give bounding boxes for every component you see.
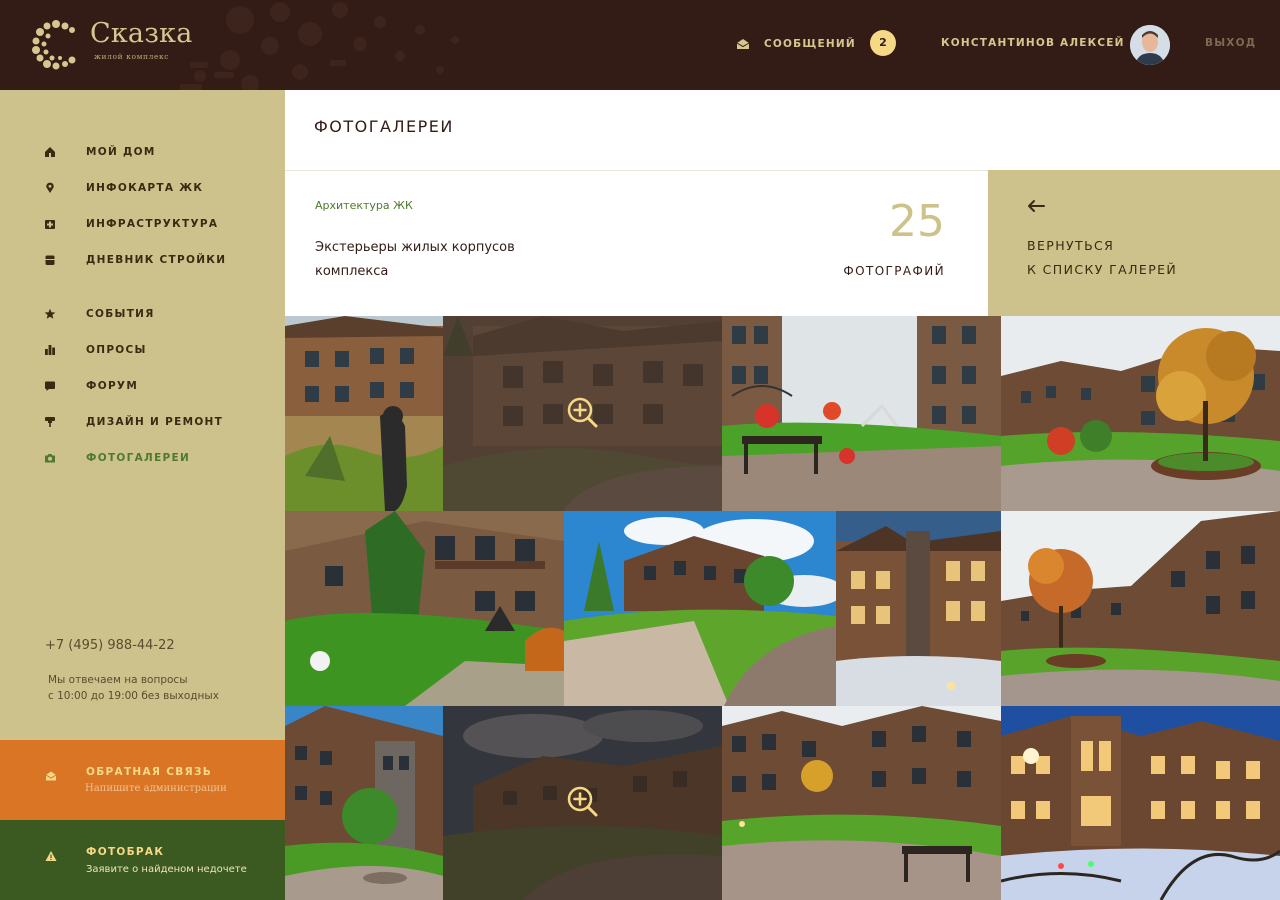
gallery-photo[interactable]	[722, 706, 1001, 900]
star-icon	[44, 308, 56, 319]
support-hours-line1: Мы отвечаем на вопросы	[48, 674, 188, 686]
photo-count: 25	[889, 196, 945, 247]
gallery-photo[interactable]	[564, 511, 836, 706]
gallery-photo-hovered[interactable]	[443, 316, 722, 511]
logo-mark-icon	[32, 20, 76, 70]
sidebar-item-forum[interactable]: ФОРУМ	[44, 378, 137, 394]
map-pin-icon	[46, 182, 54, 193]
support-hours-line2: с 10:00 до 19:00 без выходных	[48, 690, 219, 702]
sidebar-item-events[interactable]: СОБЫТИЯ	[44, 306, 153, 322]
user-name[interactable]: КОНСТАНТИНОВ АЛЕКСЕЙ	[941, 37, 1125, 49]
avatar[interactable]	[1130, 25, 1170, 65]
messages-count-badge[interactable]: 2	[870, 30, 896, 56]
sidebar-item-my-home[interactable]: МОЙ ДОМ	[44, 144, 154, 160]
gallery-photo[interactable]	[285, 511, 564, 706]
sidebar-item-photogalleries[interactable]: ФОТОГАЛЕРЕИ	[44, 450, 189, 466]
sidebar-item-label: ИНФОКАРТА ЖК	[86, 182, 204, 194]
support-hours: Мы отвечаем на вопросы с 10:00 до 19:00 …	[48, 672, 219, 704]
chat-icon	[45, 381, 55, 391]
zoom-in-icon	[567, 397, 598, 428]
photo-defect-title: ФОТОБРАК	[86, 846, 165, 858]
back-label-line2: К СПИСКУ ГАЛЕРЕЙ	[1027, 262, 1178, 277]
arrow-left-icon	[1028, 200, 1045, 212]
envelope-icon	[736, 39, 750, 49]
gallery-photo[interactable]	[1001, 511, 1280, 706]
gallery-photo[interactable]	[1001, 706, 1280, 900]
back-label-line1: ВЕРНУТЬСЯ	[1027, 238, 1115, 253]
top-header: Сказка жилой комплекс СООБЩЕНИЙ 2 КОНСТА…	[0, 0, 1280, 90]
sidebar-item-infomap[interactable]: ИНФОКАРТА ЖК	[44, 180, 202, 196]
feedback-button[interactable]: ОБРАТНАЯ СВЯЗЬ Напишите администрации	[0, 740, 285, 820]
infrastructure-icon	[45, 220, 55, 229]
feedback-title: ОБРАТНАЯ СВЯЗЬ	[86, 766, 213, 778]
gallery-photo-hovered[interactable]	[443, 706, 722, 900]
messages-label: СООБЩЕНИЙ	[764, 38, 856, 50]
sidebar-item-label: МОЙ ДОМ	[86, 146, 156, 158]
gallery-photo[interactable]	[836, 511, 1001, 706]
photo-count-label: ФОТОГРАФИЙ	[843, 264, 945, 278]
feedback-subtitle: Напишите администрации	[85, 783, 227, 794]
paint-roller-icon	[45, 417, 55, 427]
sidebar-item-label: ФОРУМ	[86, 380, 139, 392]
photo-defect-button[interactable]: ФОТОБРАК Заявите о найденом недочете	[0, 820, 285, 900]
messages-link[interactable]: СООБЩЕНИЙ	[736, 33, 856, 55]
zoom-in-icon	[567, 786, 598, 817]
diary-icon	[45, 255, 55, 265]
sidebar-item-label: ИНФРАСТРУКТУРА	[86, 218, 219, 230]
logo-subtitle: жилой комплекс	[94, 52, 170, 61]
sidebar: МОЙ ДОМ ИНФОКАРТА ЖК ИНФРАСТРУКТУРА ДНЕВ…	[0, 90, 285, 740]
envelope-icon	[45, 771, 57, 781]
home-icon	[45, 147, 55, 157]
gallery-photo[interactable]	[285, 316, 443, 511]
logo-title: Сказка	[90, 18, 193, 49]
poll-icon	[45, 345, 55, 355]
camera-icon	[45, 454, 55, 463]
sidebar-item-label: СОБЫТИЯ	[86, 308, 155, 320]
logout-link[interactable]: ВЫХОД	[1205, 37, 1256, 49]
page-title: ФОТОГАЛЕРЕИ	[314, 117, 454, 136]
header-decoration	[180, 2, 459, 90]
gallery-photo[interactable]	[285, 706, 443, 900]
gallery-photo[interactable]	[722, 316, 1001, 511]
sidebar-item-polls[interactable]: ОПРОСЫ	[44, 342, 145, 358]
photo-defect-subtitle: Заявите о найденом недочете	[86, 864, 247, 875]
sidebar-item-label: ДНЕВНИК СТРОЙКИ	[86, 254, 227, 266]
back-to-galleries-button[interactable]: ВЕРНУТЬСЯ К СПИСКУ ГАЛЕРЕЙ	[988, 170, 1280, 316]
sidebar-item-infrastructure[interactable]: ИНФРАСТРУКТУРА	[44, 216, 217, 232]
warning-icon	[45, 851, 57, 861]
sidebar-item-label: ФОТОГАЛЕРЕИ	[86, 452, 191, 464]
gallery-title: Экстерьеры жилых корпусов комплекса	[315, 240, 515, 279]
sidebar-item-design[interactable]: ДИЗАЙН И РЕМОНТ	[44, 414, 222, 430]
sidebar-item-label: ДИЗАЙН И РЕМОНТ	[86, 416, 224, 428]
logo[interactable]: Сказка жилой комплекс	[30, 18, 200, 70]
gallery-category-link[interactable]: Архитектура ЖК	[315, 199, 413, 212]
support-phone[interactable]: +7 (495) 988-44-22	[45, 638, 175, 653]
sidebar-item-label: ОПРОСЫ	[86, 344, 147, 356]
sidebar-item-diary[interactable]: ДНЕВНИК СТРОЙКИ	[44, 252, 225, 268]
gallery-photo[interactable]	[1001, 316, 1280, 511]
avatar-photo	[1130, 25, 1170, 65]
